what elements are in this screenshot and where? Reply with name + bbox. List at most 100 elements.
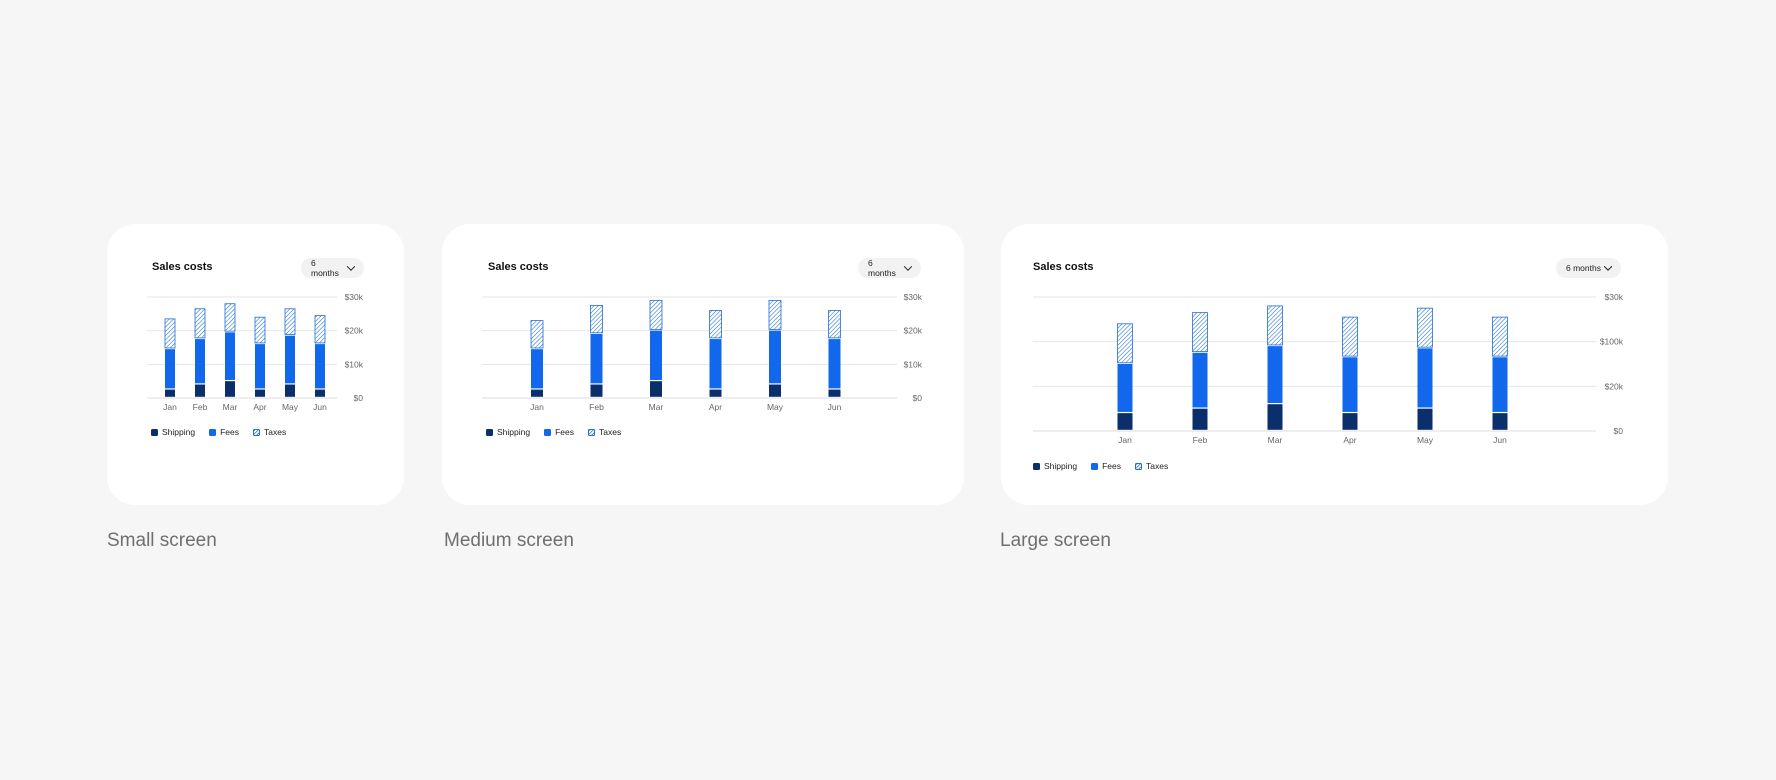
bar-shipping-jun[interactable] — [315, 389, 325, 397]
bar-fees-feb[interactable] — [195, 339, 205, 384]
x-tick-label: Jan — [1118, 435, 1132, 445]
fees-swatch — [544, 428, 552, 436]
bar-shipping-jan[interactable] — [531, 389, 543, 397]
x-tick-label: Mar — [1268, 435, 1283, 445]
y-tick-label: $30k — [345, 292, 364, 302]
bar-shipping-feb[interactable] — [195, 384, 205, 397]
bar-shipping-jan[interactable] — [1117, 413, 1133, 430]
legend-label-taxes: Taxes — [1146, 461, 1169, 471]
bar-shipping-mar[interactable] — [650, 381, 662, 397]
bar-shipping-apr[interactable] — [255, 389, 265, 397]
bar-fees-apr[interactable] — [709, 339, 722, 389]
legend-item-taxes: Taxes — [1135, 461, 1168, 471]
bar-taxes-apr[interactable] — [254, 316, 266, 344]
bar-fees-jan[interactable] — [531, 349, 543, 389]
legend-item-taxes: Taxes — [588, 427, 621, 437]
bar-fees-may[interactable] — [285, 335, 295, 384]
bar-taxes-jun[interactable] — [828, 310, 841, 339]
bar-shipping-jun[interactable] — [1492, 413, 1508, 430]
caption-small-screen: Small screen — [107, 530, 217, 551]
caption-large-screen: Large screen — [1000, 530, 1111, 551]
bar-taxes-jan[interactable] — [164, 318, 176, 349]
y-tick-label: $30k — [1605, 292, 1624, 302]
y-tick-label: $20k — [1605, 381, 1624, 391]
x-tick-label: Jan — [163, 402, 177, 412]
x-tick-label: Jun — [828, 402, 842, 412]
legend-label-shipping: Shipping — [162, 427, 196, 437]
bar-taxes-feb[interactable] — [590, 305, 603, 334]
bar-fees-mar[interactable] — [650, 330, 662, 380]
x-tick-label: Apr — [1343, 435, 1356, 445]
y-tick-label: $10k — [345, 359, 364, 369]
legend: Shipping Fees Taxes — [151, 427, 286, 437]
bar-taxes-mar[interactable] — [649, 299, 663, 330]
y-tick-label: $0 — [354, 393, 364, 403]
bar-fees-feb[interactable] — [1192, 352, 1208, 408]
y-tick-label: $10k — [904, 359, 923, 369]
bar-taxes-apr[interactable] — [1342, 316, 1358, 357]
taxes-swatch — [1135, 462, 1142, 470]
bar-taxes-jun[interactable] — [314, 315, 326, 344]
bar-taxes-may[interactable] — [284, 308, 296, 335]
bar-fees-jun[interactable] — [315, 344, 325, 389]
bar-fees-jun[interactable] — [1492, 357, 1508, 412]
bar-fees-mar[interactable] — [1267, 346, 1283, 403]
bar-shipping-feb[interactable] — [590, 384, 603, 397]
caption-medium-screen: Medium screen — [444, 530, 574, 551]
bar-shipping-feb[interactable] — [1192, 408, 1208, 430]
bar-taxes-may[interactable] — [768, 299, 782, 330]
bar-taxes-may[interactable] — [1417, 307, 1433, 348]
x-tick-label: May — [767, 402, 784, 412]
legend-label-shipping: Shipping — [497, 427, 531, 437]
bar-taxes-feb[interactable] — [1192, 312, 1208, 353]
legend: Shipping Fees Taxes — [486, 427, 621, 437]
x-tick-label: Apr — [709, 402, 722, 412]
bar-fees-may[interactable] — [769, 330, 781, 384]
fees-swatch — [1091, 462, 1099, 470]
bar-fees-feb[interactable] — [590, 334, 603, 384]
bar-fees-mar[interactable] — [225, 332, 235, 380]
x-tick-label: Feb — [193, 402, 208, 412]
bar-shipping-may[interactable] — [769, 384, 781, 397]
shipping-swatch — [151, 428, 158, 436]
taxes-swatch — [253, 428, 260, 436]
bar-taxes-jan[interactable] — [1117, 323, 1133, 364]
shipping-swatch — [1033, 462, 1040, 470]
bar-fees-jan[interactable] — [165, 349, 175, 389]
legend-label-shipping: Shipping — [1044, 461, 1078, 471]
bar-taxes-apr[interactable] — [709, 310, 722, 339]
bar-fees-jun[interactable] — [828, 339, 841, 389]
bar-shipping-mar[interactable] — [225, 381, 235, 397]
legend-item-fees: Fees — [1091, 461, 1121, 471]
bar-fees-apr[interactable] — [255, 344, 265, 389]
legend-item-shipping: Shipping — [1033, 461, 1077, 471]
bar-taxes-mar[interactable] — [1267, 305, 1283, 346]
legend-label-taxes: Taxes — [264, 427, 287, 437]
x-tick-label: Feb — [589, 402, 604, 412]
x-tick-label: May — [282, 402, 299, 412]
y-tick-label: $0 — [1614, 426, 1624, 436]
stacked-bar-chart: $0 $10k $20k $30k Jan Feb Mar Apr May Jun — [482, 292, 923, 412]
bar-taxes-jan[interactable] — [530, 320, 544, 349]
y-tick-label: $20k — [345, 326, 364, 336]
legend-label-fees: Fees — [220, 427, 239, 437]
bar-shipping-jan[interactable] — [165, 389, 175, 397]
x-tick-label: Jun — [313, 402, 327, 412]
bar-shipping-jun[interactable] — [828, 389, 841, 397]
bar-taxes-mar[interactable] — [224, 303, 236, 332]
bar-taxes-jun[interactable] — [1492, 316, 1508, 357]
legend-label-fees: Fees — [555, 427, 574, 437]
x-tick-label: May — [1417, 435, 1434, 445]
bar-shipping-may[interactable] — [1417, 408, 1433, 430]
bar-taxes-feb[interactable] — [194, 308, 206, 339]
bar-shipping-mar[interactable] — [1267, 404, 1283, 430]
legend-item-shipping: Shipping — [151, 427, 195, 437]
bar-shipping-apr[interactable] — [1342, 413, 1358, 430]
x-tick-label: Mar — [223, 402, 238, 412]
legend-label-taxes: Taxes — [599, 427, 622, 437]
bar-shipping-may[interactable] — [285, 384, 295, 397]
bar-shipping-apr[interactable] — [709, 389, 722, 397]
bar-fees-may[interactable] — [1417, 348, 1433, 408]
bar-fees-apr[interactable] — [1342, 357, 1358, 412]
bar-fees-jan[interactable] — [1117, 364, 1133, 412]
